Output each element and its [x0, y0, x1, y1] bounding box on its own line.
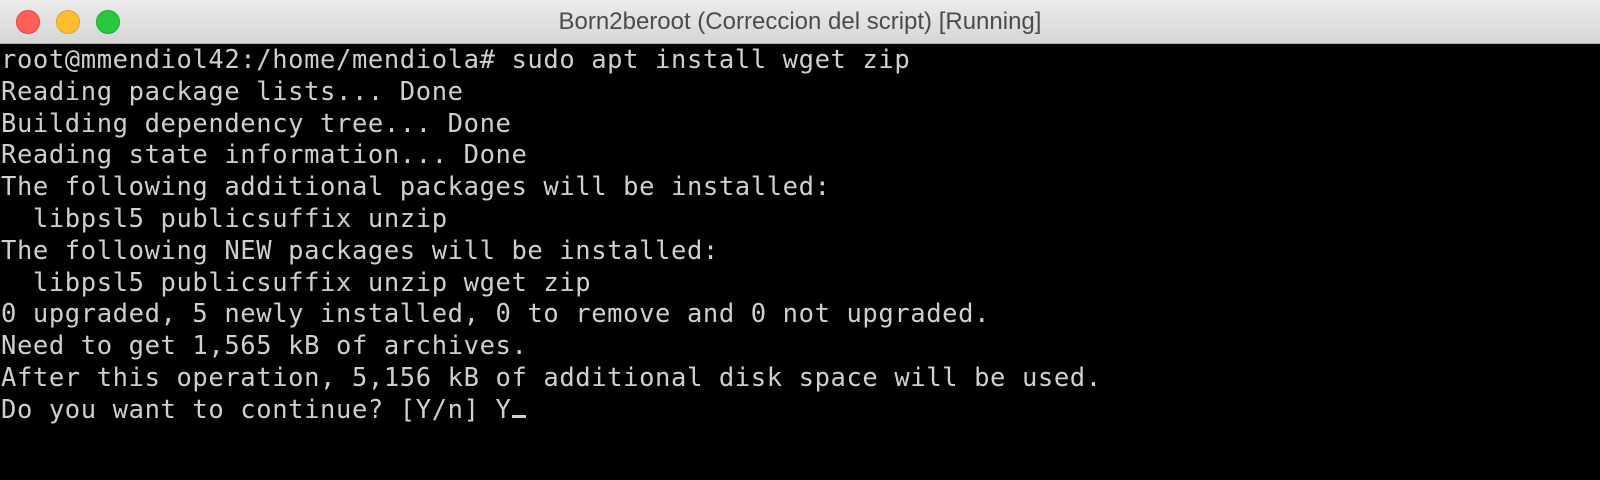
terminal-line: Reading state information... Done: [1, 140, 528, 171]
terminal-input-line[interactable]: Do you want to continue? [Y/n] Y: [1, 395, 1600, 427]
terminal-line-prompt: root@mmendiol42:/home/mendiola# sudo apt…: [1, 45, 911, 75]
terminal-line: The following additional packages will b…: [1, 172, 831, 203]
terminal-line: libpsl5 publicsuffix unzip wget zip: [1, 267, 592, 298]
vm-window: Born2beroot (Correccion del script) [Run…: [0, 0, 1600, 480]
terminal-line: Building dependency tree... Done: [1, 108, 512, 139]
terminal-output[interactable]: root@mmendiol42:/home/mendiola# sudo apt…: [0, 45, 1600, 480]
window-title: Born2beroot (Correccion del script) [Run…: [558, 8, 1042, 35]
continue-prompt-text: Do you want to continue? [Y/n] Y: [1, 394, 512, 425]
terminal-line: Need to get 1,565 kB of archives.: [1, 331, 528, 362]
terminal-line: The following NEW packages will be insta…: [1, 235, 719, 266]
title-bar[interactable]: Born2beroot (Correccion del script) [Run…: [0, 0, 1600, 44]
terminal-line: After this operation, 5,156 kB of additi…: [1, 362, 1102, 393]
terminal-line: 0 upgraded, 5 newly installed, 0 to remo…: [1, 299, 991, 330]
terminal-line: Reading package lists... Done: [1, 76, 464, 107]
terminal-line: libpsl5 publicsuffix unzip: [1, 203, 448, 234]
text-cursor: [512, 414, 527, 418]
